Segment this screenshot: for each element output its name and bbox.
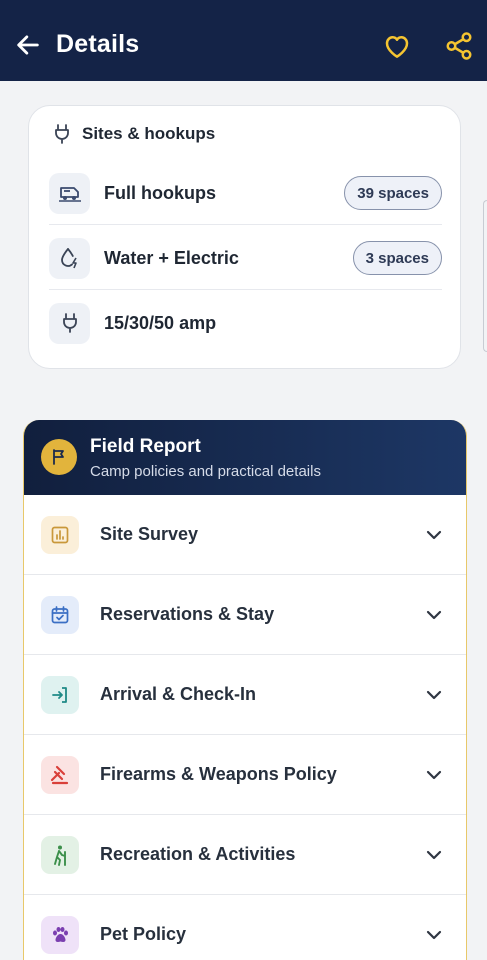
- accordion-arrival[interactable]: Arrival & Check-In: [24, 655, 466, 735]
- field-report-subtitle: Camp policies and practical details: [90, 463, 321, 480]
- login-icon: [41, 676, 79, 714]
- flag-icon: [41, 439, 77, 475]
- app-bar: Details: [0, 0, 487, 81]
- chevron-down-icon: [426, 850, 442, 860]
- accordion-label: Arrival & Check-In: [100, 684, 257, 704]
- gavel-icon: [41, 756, 79, 794]
- sites-hookups-heading: Sites & hookups: [53, 124, 215, 144]
- paw-icon: [41, 916, 79, 954]
- chevron-down-icon: [426, 610, 442, 620]
- accordion-label: Recreation & Activities: [100, 844, 296, 864]
- accordion-label: Reservations & Stay: [100, 604, 275, 624]
- hookup-label: Water + Electric: [104, 247, 239, 268]
- sites-hookups-card: Sites & hookups Full hookups 39 spaces W…: [28, 105, 461, 369]
- chevron-down-icon: [426, 530, 442, 540]
- chart-icon: [41, 516, 79, 554]
- rv-icon: [49, 172, 90, 214]
- hookup-row-full: Full hookups 39 spaces: [49, 171, 442, 215]
- field-report-card: Field Report Camp policies and practical…: [23, 420, 467, 960]
- divider: [49, 224, 442, 225]
- accordion-pet-policy[interactable]: Pet Policy: [24, 895, 466, 960]
- accordion-label: Pet Policy: [100, 924, 187, 944]
- chevron-down-icon: [426, 770, 442, 780]
- plug-icon: [55, 124, 69, 144]
- spaces-badge: 3 spaces: [352, 241, 442, 275]
- page-title: Details: [56, 30, 140, 58]
- arrow-left-icon[interactable]: [14, 31, 42, 59]
- sites-hookups-title: Sites & hookups: [82, 124, 216, 143]
- accordion-reservations[interactable]: Reservations & Stay: [24, 575, 466, 655]
- divider: [49, 289, 442, 290]
- plug-icon: [49, 302, 90, 344]
- accordion-label: Firearms & Weapons Policy: [100, 764, 337, 784]
- field-report-header: Field Report Camp policies and practical…: [24, 420, 466, 495]
- accordion-site-survey[interactable]: Site Survey: [24, 495, 466, 575]
- hookup-label: 15/30/50 amp: [104, 312, 217, 333]
- hiking-icon: [41, 836, 79, 874]
- accordion-label: Site Survey: [100, 524, 199, 544]
- hookup-label: Full hookups: [104, 182, 216, 203]
- calendar-check-icon: [41, 596, 79, 634]
- chevron-down-icon: [426, 690, 442, 700]
- spaces-badge: 39 spaces: [344, 176, 442, 210]
- chevron-down-icon: [426, 930, 442, 940]
- hookup-row-water-electric: Water + Electric 3 spaces: [49, 236, 442, 280]
- heart-icon[interactable]: [382, 31, 412, 61]
- share-icon[interactable]: [444, 31, 474, 61]
- accordion-firearms[interactable]: Firearms & Weapons Policy: [24, 735, 466, 815]
- accordion-recreation[interactable]: Recreation & Activities: [24, 815, 466, 895]
- field-report-title: Field Report: [90, 436, 201, 457]
- scroll-edge: [483, 200, 487, 352]
- water-electric-icon: [49, 237, 90, 279]
- hookup-row-amp: 15/30/50 amp: [49, 301, 442, 345]
